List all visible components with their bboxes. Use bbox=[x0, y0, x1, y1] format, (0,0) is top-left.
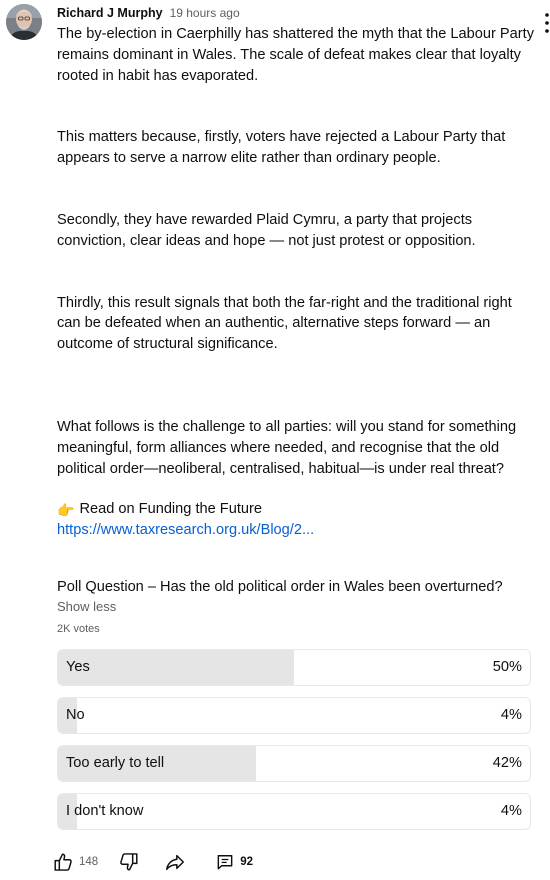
action-bar: 148 92 bbox=[52, 850, 253, 874]
poll-option-percent: 4% bbox=[500, 707, 522, 723]
reply-count: 92 bbox=[240, 856, 253, 868]
comment-paragraph: The by-election in Caerphilly has shatte… bbox=[57, 26, 534, 84]
comment-paragraph: What follows is the challenge to all par… bbox=[57, 418, 517, 477]
poll-option[interactable]: No 4% bbox=[57, 697, 531, 734]
like-button[interactable] bbox=[52, 851, 74, 873]
poll-option-percent: 4% bbox=[500, 803, 522, 819]
reply-button[interactable] bbox=[215, 852, 235, 872]
dislike-button[interactable] bbox=[118, 851, 140, 873]
poll-question: Poll Question – Has the old political or… bbox=[57, 579, 503, 595]
poll-option-label: I don't know bbox=[66, 803, 144, 819]
read-on-line: 👉 Read on Funding the Future bbox=[57, 499, 537, 520]
share-icon bbox=[166, 854, 185, 871]
poll-option-label: Yes bbox=[66, 659, 90, 675]
comment-paragraph: Secondly, they have rewarded Plaid Cymru… bbox=[57, 211, 476, 249]
more-actions-icon[interactable] bbox=[544, 12, 550, 34]
poll-option[interactable]: I don't know 4% bbox=[57, 793, 531, 830]
poll-option-label: Too early to tell bbox=[66, 755, 165, 771]
comment-header: Richard J Murphy 19 hours ago bbox=[57, 6, 240, 22]
author-name[interactable]: Richard J Murphy bbox=[57, 6, 163, 20]
poll-option[interactable]: Too early to tell 42% bbox=[57, 745, 531, 782]
poll-option-percent: 50% bbox=[492, 659, 522, 675]
poll-option-label: No bbox=[66, 707, 85, 723]
comment-icon bbox=[217, 855, 233, 870]
poll-option-percent: 42% bbox=[492, 755, 522, 771]
poll-option-bar bbox=[58, 650, 294, 685]
pointing-hand-icon: 👉 bbox=[57, 501, 75, 518]
poll-options: Yes 50% No 4% Too early to tell 42% I do… bbox=[57, 649, 531, 841]
comment-time[interactable]: 19 hours ago bbox=[170, 6, 240, 20]
poll-option[interactable]: Yes 50% bbox=[57, 649, 531, 686]
like-count: 148 bbox=[79, 856, 99, 868]
comment-paragraph: This matters because, firstly, voters ha… bbox=[57, 129, 506, 167]
comment-body: The by-election in Caerphilly has shatte… bbox=[57, 24, 537, 541]
thumbs-up-icon bbox=[54, 853, 72, 871]
show-less-button[interactable]: Show less bbox=[57, 599, 116, 614]
share-button[interactable] bbox=[164, 851, 186, 873]
comment-paragraph: Thirdly, this result signals that both t… bbox=[57, 294, 512, 353]
thumbs-down-icon bbox=[120, 853, 138, 871]
poll-vote-count: 2K votes bbox=[57, 623, 100, 635]
blog-link[interactable]: https://www.taxresearch.org.uk/Blog/2... bbox=[57, 520, 537, 541]
read-on-text: Read on Funding the Future bbox=[79, 501, 262, 518]
avatar[interactable] bbox=[6, 4, 42, 40]
